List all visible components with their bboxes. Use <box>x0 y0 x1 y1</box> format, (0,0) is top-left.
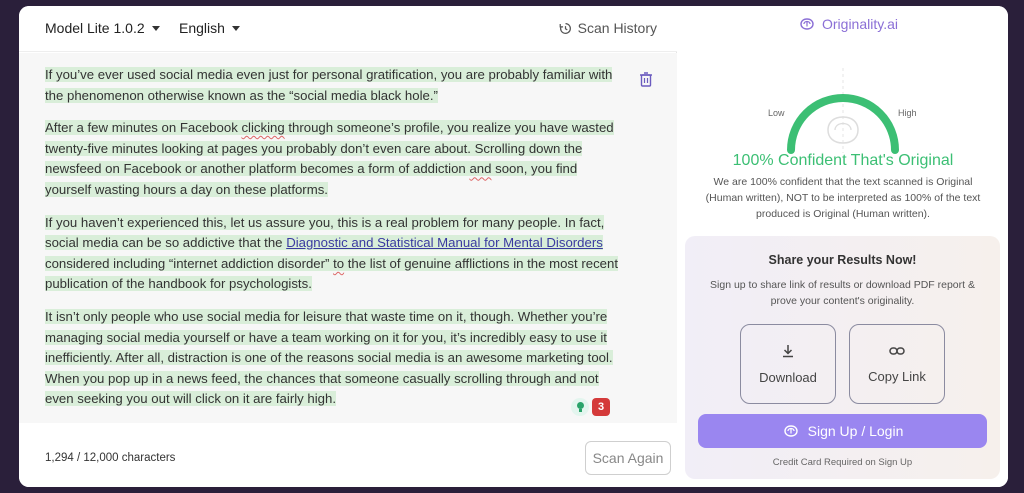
model-dropdown[interactable]: Model Lite 1.0.2 <box>45 20 160 36</box>
download-icon <box>783 344 793 357</box>
scan-again-button[interactable]: Scan Again <box>585 441 671 475</box>
trash-icon[interactable] <box>639 71 653 87</box>
results-panel: Originality.ai Low High 100% Confident T… <box>678 6 1008 487</box>
confidence-description: We are 100% confident that the text scan… <box>705 176 981 220</box>
editor-panel: Model Lite 1.0.2 English Scan History If… <box>19 6 677 487</box>
issue-count-badge[interactable]: 3 <box>592 398 610 416</box>
highlighted-text: It isn’t only people who use social medi… <box>45 308 613 407</box>
lightbulb-icon[interactable] <box>571 398 589 416</box>
share-title: Share your Results Now! <box>768 253 917 267</box>
download-label: Download <box>759 369 817 385</box>
brand-name: Originality.ai <box>822 16 898 32</box>
paragraph-2: After a few minutes on Facebook clicking… <box>45 118 627 200</box>
highlighted-text: After a few minutes on Facebook clicking… <box>45 120 614 197</box>
text-segment: After a few minutes on Facebook <box>45 120 242 136</box>
signup-login-button[interactable]: Sign Up / Login <box>698 414 987 448</box>
model-label: Model Lite 1.0.2 <box>45 20 145 36</box>
grammar-flag[interactable]: to <box>333 256 344 271</box>
character-count: 1,294 / 12,000 characters <box>45 452 176 464</box>
editor-footer: 1,294 / 12,000 characters Scan Again <box>19 423 677 487</box>
scan-history-label: Scan History <box>577 20 657 36</box>
share-description: Sign up to share link of results or down… <box>710 279 975 307</box>
confidence-gauge <box>787 68 899 154</box>
gauge-high-label: High <box>898 108 917 118</box>
confidence-title: 100% Confident That's Original <box>732 152 954 169</box>
chevron-down-icon <box>231 25 240 31</box>
grammar-flag[interactable]: and <box>469 161 491 176</box>
spelling-flag[interactable]: clicking <box>241 120 284 135</box>
brand-logo: Originality.ai <box>798 16 898 32</box>
highlighted-text: If you’ve ever used social media even ju… <box>45 67 613 103</box>
gauge-low-label: Low <box>768 108 785 118</box>
brain-icon <box>783 425 798 437</box>
copy-link-button[interactable]: Copy Link <box>849 324 945 404</box>
editor-toolbar: Model Lite 1.0.2 English Scan History <box>19 6 677 52</box>
link-icon <box>889 346 905 355</box>
language-label: English <box>179 20 225 36</box>
text-segment: considered including “internet addiction… <box>45 255 334 271</box>
language-dropdown[interactable]: English <box>179 20 240 36</box>
paragraph-3: If you haven’t experienced this, let us … <box>45 213 627 295</box>
download-button[interactable]: Download <box>740 324 836 404</box>
issue-badges: 3 <box>571 398 610 416</box>
highlighted-text: If you haven’t experienced this, let us … <box>45 214 619 292</box>
paragraph-4: It isn’t only people who use social medi… <box>45 307 627 410</box>
signup-label: Sign Up / Login <box>807 423 904 439</box>
share-results-card: Share your Results Now! Sign up to share… <box>685 236 1000 479</box>
history-icon <box>559 22 571 34</box>
credit-card-note: Credit Card Required on Sign Up <box>772 457 913 468</box>
copy-link-label: Copy Link <box>868 368 926 384</box>
chevron-down-icon <box>151 25 160 31</box>
manual-link[interactable]: Diagnostic and Statistical Manual for Me… <box>286 235 603 250</box>
paragraph-1: If you’ve ever used social media even ju… <box>45 65 627 106</box>
main-card: Model Lite 1.0.2 English Scan History If… <box>19 6 1008 487</box>
brain-icon <box>800 18 814 30</box>
scan-history-button[interactable]: Scan History <box>559 20 657 36</box>
text-input-area[interactable]: If you’ve ever used social media even ju… <box>19 53 677 423</box>
